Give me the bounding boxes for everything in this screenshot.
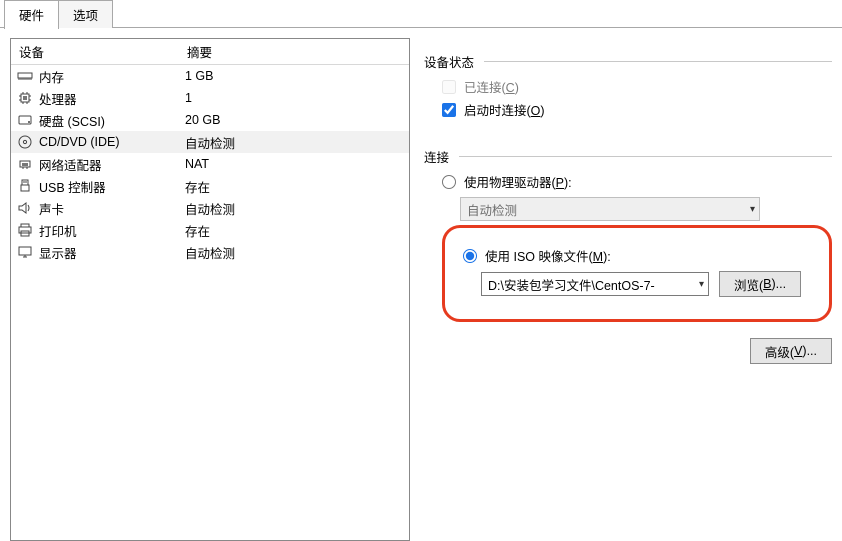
physical-drive-value: 自动检测 bbox=[467, 200, 517, 219]
browse-button[interactable]: 浏览(B)... bbox=[719, 271, 801, 297]
tab-hardware[interactable]: 硬件 bbox=[4, 0, 59, 29]
device-row[interactable]: 硬盘 (SCSI) 20 GB bbox=[11, 109, 409, 131]
device-summary: 自动检测 bbox=[179, 199, 409, 218]
cd-icon bbox=[17, 134, 33, 150]
device-row[interactable]: 声卡 自动检测 bbox=[11, 197, 409, 219]
memory-icon bbox=[17, 68, 33, 84]
main-area: 设备 摘要 内存 1 GB 处理器 1 硬盘 (SCSI) 20 GB CD/DVD (ID… bbox=[0, 28, 842, 541]
use-physical-drive-row[interactable]: 使用物理驱动器(P): bbox=[442, 172, 832, 191]
connected-label: 已连接(C) bbox=[464, 77, 519, 96]
device-summary: NAT bbox=[179, 157, 409, 171]
disk-icon bbox=[17, 112, 33, 128]
iso-callout: 使用 ISO 映像文件(M): D:\安装包学习文件\CentOS-7- ▾ 浏… bbox=[442, 225, 832, 322]
group-divider bbox=[459, 156, 832, 157]
device-name: 处理器 bbox=[39, 89, 77, 108]
use-physical-drive-label: 使用物理驱动器(P): bbox=[464, 172, 572, 191]
device-name: 硬盘 (SCSI) bbox=[39, 111, 105, 130]
iso-path-combo[interactable]: D:\安装包学习文件\CentOS-7- ▾ bbox=[481, 272, 709, 296]
device-row[interactable]: 显示器 自动检测 bbox=[11, 241, 409, 263]
use-iso-file-row[interactable]: 使用 ISO 映像文件(M): bbox=[463, 246, 815, 265]
chevron-down-icon[interactable]: ▾ bbox=[699, 279, 704, 290]
device-summary: 存在 bbox=[179, 177, 409, 196]
device-summary: 1 GB bbox=[179, 69, 409, 83]
device-name: 声卡 bbox=[39, 199, 64, 218]
device-row[interactable]: 网络适配器 NAT bbox=[11, 153, 409, 175]
connected-checkbox-row: 已连接(C) bbox=[442, 77, 832, 96]
connect-at-poweron-checkbox[interactable] bbox=[442, 103, 456, 117]
chevron-down-icon: ▾ bbox=[750, 204, 755, 215]
connect-at-poweron-row[interactable]: 启动时连接(O) bbox=[442, 100, 832, 119]
header-summary: 摘要 bbox=[179, 39, 409, 64]
device-summary: 自动检测 bbox=[179, 133, 409, 152]
printer-icon bbox=[17, 222, 33, 238]
connection-group: 连接 使用物理驱动器(P): 自动检测 ▾ bbox=[424, 139, 832, 324]
connected-checkbox bbox=[442, 80, 456, 94]
group-divider bbox=[484, 61, 832, 62]
device-summary: 存在 bbox=[179, 221, 409, 240]
device-name: 内存 bbox=[39, 67, 64, 86]
device-name: 打印机 bbox=[39, 221, 77, 240]
advanced-button[interactable]: 高级(V)... bbox=[750, 338, 832, 364]
device-summary: 自动检测 bbox=[179, 243, 409, 262]
network-icon bbox=[17, 156, 33, 172]
sound-icon bbox=[17, 200, 33, 216]
device-list: 设备 摘要 内存 1 GB 处理器 1 硬盘 (SCSI) 20 GB CD/DVD (ID… bbox=[10, 38, 410, 541]
device-row[interactable]: 处理器 1 bbox=[11, 87, 409, 109]
device-row[interactable]: CD/DVD (IDE) 自动检测 bbox=[11, 131, 409, 153]
connection-title: 连接 bbox=[424, 147, 449, 166]
device-summary: 1 bbox=[179, 91, 409, 105]
cpu-icon bbox=[17, 90, 33, 106]
settings-panel: 设备状态 已连接(C) 启动时连接(O) bbox=[424, 38, 832, 541]
use-iso-file-label: 使用 ISO 映像文件(M): bbox=[485, 246, 611, 265]
use-iso-file-radio[interactable] bbox=[463, 249, 477, 263]
device-list-header: 设备 摘要 bbox=[11, 39, 409, 65]
device-status-title: 设备状态 bbox=[424, 52, 474, 71]
device-summary: 20 GB bbox=[179, 113, 409, 127]
tab-options[interactable]: 选项 bbox=[58, 0, 113, 28]
connect-at-poweron-label: 启动时连接(O) bbox=[464, 100, 545, 119]
device-status-group: 设备状态 已连接(C) 启动时连接(O) bbox=[424, 44, 832, 125]
device-list-body: 内存 1 GB 处理器 1 硬盘 (SCSI) 20 GB CD/DVD (IDE) 自动检测… bbox=[11, 65, 409, 263]
usb-icon bbox=[17, 178, 33, 194]
device-name: USB 控制器 bbox=[39, 177, 106, 196]
iso-path-value: D:\安装包学习文件\CentOS-7- bbox=[488, 275, 655, 294]
device-name: 网络适配器 bbox=[39, 155, 102, 174]
device-name: 显示器 bbox=[39, 243, 77, 262]
physical-drive-combo: 自动检测 ▾ bbox=[460, 197, 760, 221]
advanced-row: 高级(V)... bbox=[424, 338, 832, 364]
header-device: 设备 bbox=[11, 39, 179, 64]
display-icon bbox=[17, 244, 33, 260]
tab-strip: 硬件 选项 bbox=[0, 0, 842, 28]
device-row[interactable]: 内存 1 GB bbox=[11, 65, 409, 87]
device-name: CD/DVD (IDE) bbox=[39, 135, 120, 149]
device-row[interactable]: USB 控制器 存在 bbox=[11, 175, 409, 197]
use-physical-drive-radio[interactable] bbox=[442, 175, 456, 189]
device-row[interactable]: 打印机 存在 bbox=[11, 219, 409, 241]
